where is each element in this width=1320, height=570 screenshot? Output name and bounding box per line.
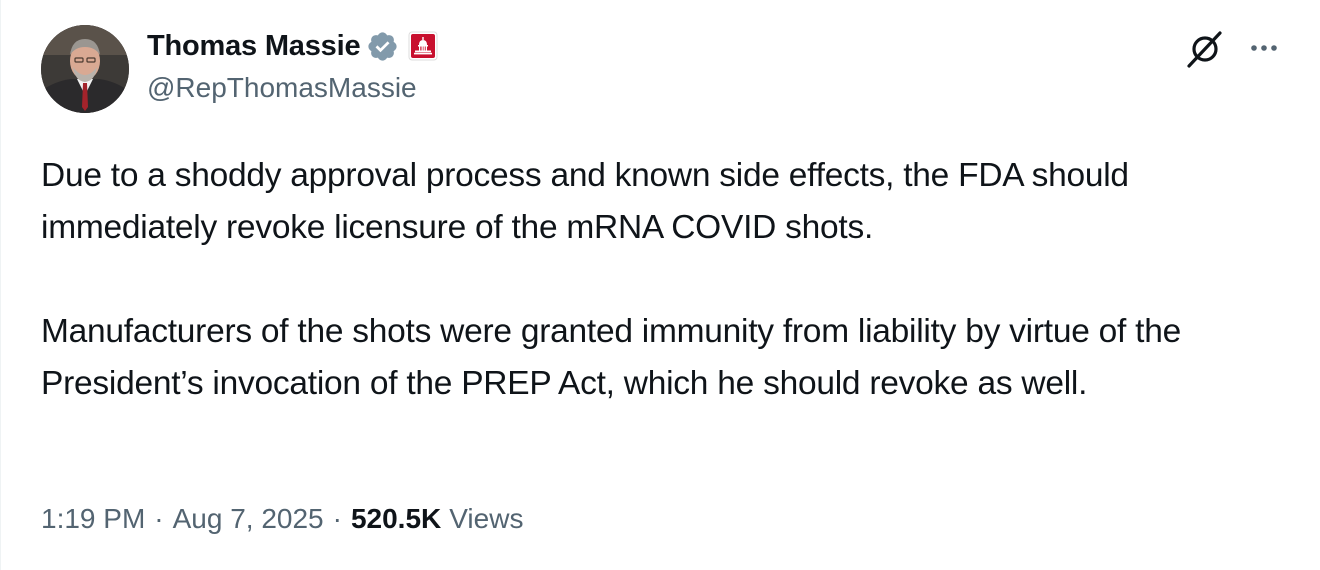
tweet-paragraph: Due to a shoddy approval process and kno… [41, 157, 1129, 246]
tweet-text: Due to a shoddy approval process and kno… [41, 150, 1301, 410]
meta-separator: · [154, 503, 164, 534]
verified-badge-icon[interactable] [366, 30, 399, 63]
more-options-icon[interactable] [1244, 32, 1284, 64]
avatar[interactable] [41, 25, 129, 113]
tweet-card: Thomas Massie @RepThomasMassie Due to a … [0, 0, 1320, 570]
tweet-meta: 1:19 PM · Aug 7, 2025 · 520.5K Views [41, 503, 523, 535]
capitol-building-icon[interactable] [408, 31, 438, 61]
views-label[interactable]: Views [449, 503, 523, 535]
views-count[interactable]: 520.5K [351, 503, 441, 535]
author-handle[interactable]: @RepThomasMassie [147, 72, 417, 104]
tweet-date[interactable]: Aug 7, 2025 [173, 503, 324, 535]
meta-separator: · [332, 503, 342, 534]
author-name-row: Thomas Massie [147, 26, 438, 66]
tweet-paragraph: Manufacturers of the shots were granted … [41, 313, 1181, 402]
author-display-name[interactable]: Thomas Massie [147, 30, 361, 63]
tweet-time[interactable]: 1:19 PM [41, 503, 145, 535]
grok-icon[interactable] [1185, 29, 1225, 69]
